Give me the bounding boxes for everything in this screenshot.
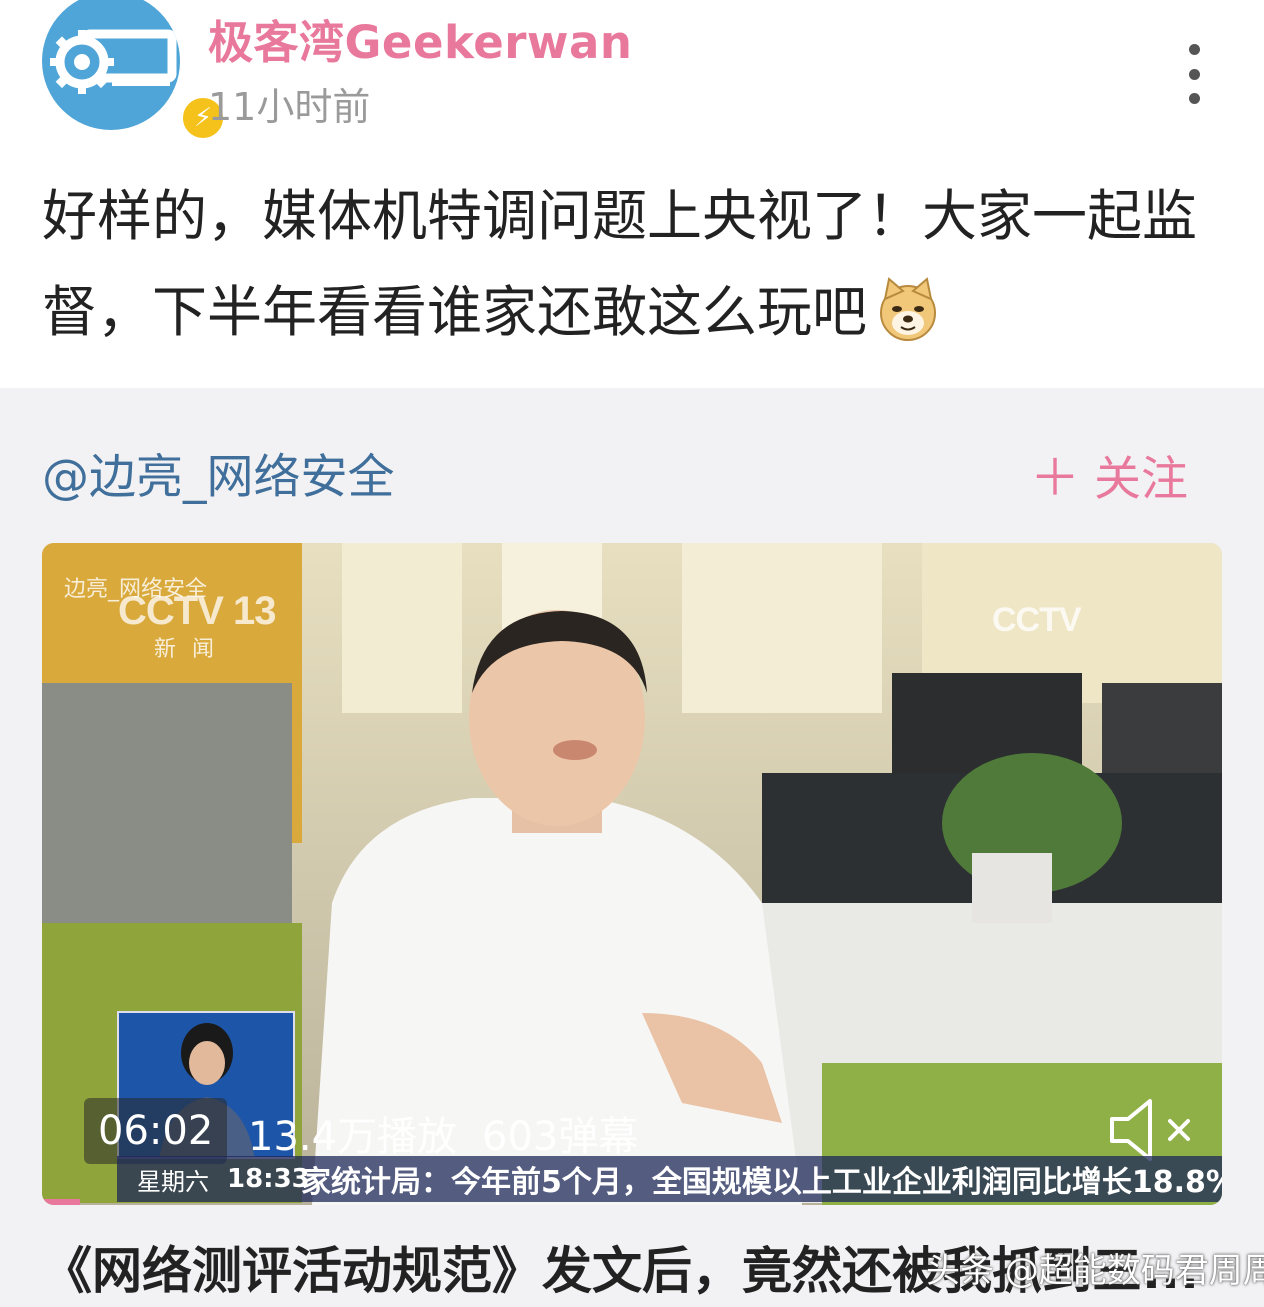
- video-progress-bar[interactable]: [42, 1199, 80, 1205]
- reposted-card[interactable]: @边亮_网络安全 ＋ 关注 边亮_网络安全 CCTV 13 新闻 CCTV 06…: [0, 388, 1264, 1307]
- more-dot: [1188, 93, 1200, 104]
- post-text: 好样的，媒体机特调问题上央视了！大家一起监督，下半年看看谁家还敢这么玩吧: [42, 184, 1198, 344]
- doge-emoji-icon: [880, 277, 937, 341]
- ticker-text: 家统计局：今年前5个月，全国规模以上工业企业利润同比增长18.8%: [301, 1165, 1222, 1200]
- username[interactable]: 极客湾Geekerwan: [208, 6, 632, 71]
- speaker-muted-icon: [1110, 1099, 1190, 1161]
- geekerwan-logo-icon: [42, 0, 180, 130]
- post-timestamp: 11小时前: [208, 85, 371, 129]
- follow-button[interactable]: ＋ 关注: [1030, 438, 1188, 510]
- avatar[interactable]: ⚡: [42, 0, 228, 143]
- post-text-container: 好样的，媒体机特调问题上央视了！大家一起监督，下半年看看谁家还敢这么玩吧: [42, 168, 1232, 360]
- video-player[interactable]: 边亮_网络安全 CCTV 13 新闻 CCTV 06:02 13.4万播放 60…: [42, 543, 1222, 1205]
- channel-sub-label: 新闻: [154, 637, 231, 662]
- cctv13-logo-icon: CCTV 13: [118, 589, 276, 633]
- video-duration: 06:02: [84, 1098, 228, 1164]
- cctv-corner-logo-icon: CCTV: [992, 601, 1082, 639]
- repost-author-link[interactable]: @边亮_网络安全: [42, 438, 395, 507]
- plus-icon: ＋: [1030, 449, 1080, 507]
- danmaku-count: 603弹幕: [482, 1114, 639, 1160]
- more-dots-icon: [1188, 44, 1200, 55]
- ticker-day: 星期六: [137, 1167, 209, 1196]
- more-options-button[interactable]: [1174, 44, 1214, 104]
- mute-button[interactable]: [1104, 1095, 1204, 1165]
- play-count: 13.4万播放: [248, 1114, 458, 1160]
- more-dot: [1188, 68, 1200, 80]
- news-ticker: 星期六 18:33 家统计局：今年前5个月，全国规模以上工业企业利润同比增长18…: [117, 1156, 1222, 1202]
- follow-label: 关注: [1094, 451, 1188, 507]
- ticker-time: 18:33: [227, 1164, 310, 1194]
- source-watermark: 头条 @超能数码君周周: [926, 1251, 1264, 1291]
